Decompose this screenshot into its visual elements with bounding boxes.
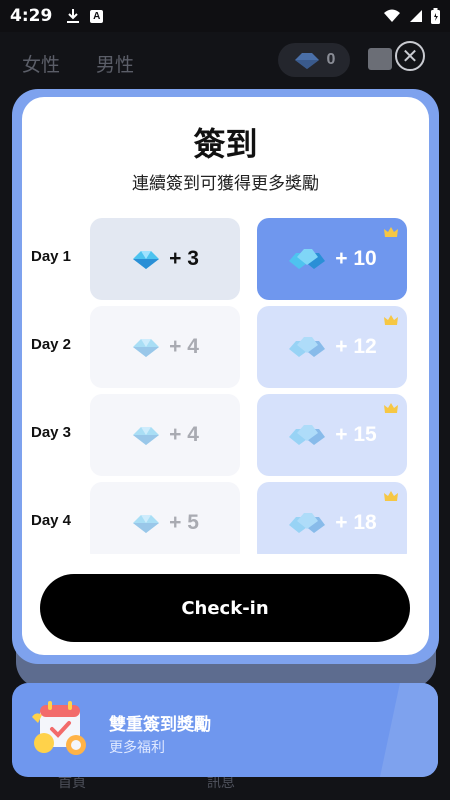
gem-icon [133, 515, 160, 533]
checkin-modal: 簽到 連續簽到可獲得更多獎勵 Day 1 + 3 + 10 Day 2 + 4 … [22, 97, 429, 655]
day-label: Day 3 [31, 424, 72, 441]
status-bar: 4:29 A [0, 0, 450, 32]
reward-amount: + 4 [169, 335, 199, 358]
vip-reward-cell[interactable]: + 12 [257, 306, 407, 388]
download-icon [67, 9, 80, 23]
crown-icon [384, 403, 398, 413]
reward-row-day3: Day 3 + 4 + 15 [22, 394, 429, 476]
crown-icon [384, 227, 398, 237]
reward-amount: + 10 [335, 247, 377, 270]
normal-reward-cell[interactable]: + 4 [90, 394, 240, 476]
reward-amount: + 4 [169, 423, 199, 446]
tab-male[interactable]: 男性 [96, 50, 134, 77]
gem-pile-icon [289, 513, 326, 533]
reward-amount: + 12 [335, 335, 377, 358]
normal-reward-cell[interactable]: + 4 [90, 306, 240, 388]
calendar-bell-icon [32, 701, 86, 755]
gem-pile-icon [289, 249, 326, 269]
normal-reward-cell[interactable]: + 3 [90, 218, 240, 300]
banner-title: 雙重簽到獎勵 [109, 715, 211, 735]
calendar-icon[interactable] [368, 48, 392, 70]
gem-icon [133, 427, 160, 445]
app-notification-icon: A [90, 9, 104, 23]
signal-icon [410, 10, 422, 22]
vip-reward-cell[interactable]: + 15 [257, 394, 407, 476]
reward-amount: + 15 [335, 423, 377, 446]
coin-balance[interactable]: 0 [278, 43, 350, 77]
modal-title: 簽到 [193, 125, 258, 163]
vip-reward-cell[interactable]: + 18 [257, 482, 407, 554]
normal-reward-cell[interactable]: + 5 [90, 482, 240, 554]
vip-reward-cell[interactable]: + 10 [257, 218, 407, 300]
gem-icon [133, 251, 160, 269]
close-button[interactable]: ✕ [395, 41, 425, 71]
day-label: Day 4 [31, 512, 72, 529]
gem-icon [133, 339, 160, 357]
modal-subtitle: 連續簽到可獲得更多獎勵 [132, 174, 319, 194]
reward-row-day1: Day 1 + 3 + 10 [22, 218, 429, 300]
close-icon: ✕ [401, 44, 419, 68]
day-label: Day 2 [31, 336, 72, 353]
reward-amount: + 18 [335, 511, 377, 534]
banner-subtitle: 更多福利 [109, 740, 165, 756]
checkin-button[interactable]: Check-in [40, 574, 410, 642]
reward-rows: Day 1 + 3 + 10 Day 2 + 4 + 12 Day 3 + 4 … [22, 218, 429, 554]
day-label: Day 1 [31, 248, 72, 265]
reward-row-day4: Day 4 + 5 + 18 [22, 482, 429, 554]
reward-row-day2: Day 2 + 4 + 12 [22, 306, 429, 388]
gem-icon [294, 53, 319, 69]
wifi-icon [384, 9, 400, 22]
status-time: 4:29 [10, 6, 53, 26]
app-gender-tabs: 女性 男性 [22, 50, 134, 77]
tab-female[interactable]: 女性 [22, 50, 60, 77]
gem-pile-icon [289, 425, 326, 445]
coin-count: 0 [326, 51, 336, 68]
reward-amount: + 5 [169, 511, 199, 534]
gem-pile-icon [289, 337, 326, 357]
double-reward-banner[interactable]: 雙重簽到獎勵 更多福利 [12, 683, 438, 777]
battery-icon [431, 8, 440, 24]
crown-icon [384, 491, 398, 501]
crown-icon [384, 315, 398, 325]
reward-amount: + 3 [169, 247, 199, 270]
